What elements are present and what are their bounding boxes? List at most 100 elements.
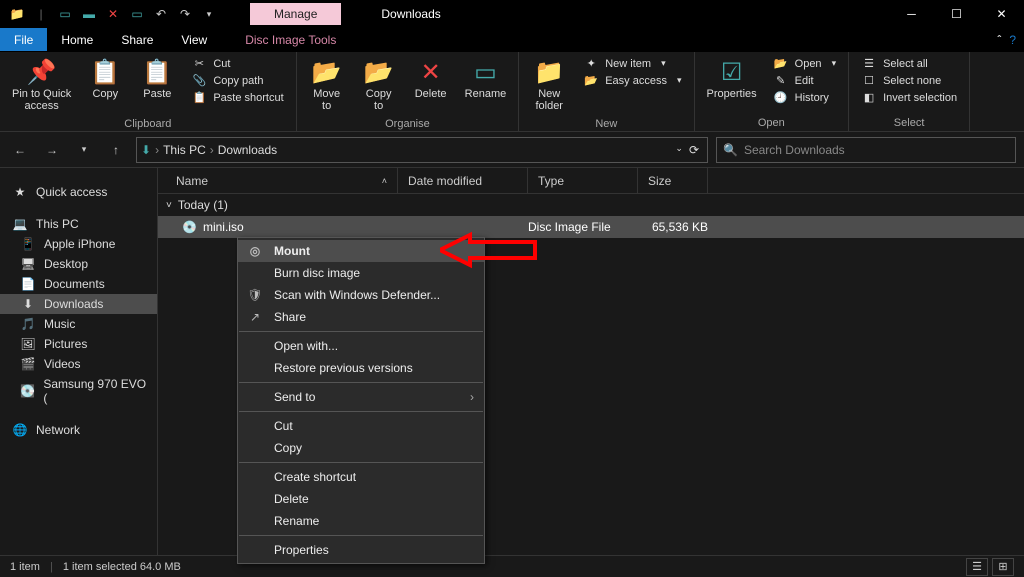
ctx-copy[interactable]: Copy: [238, 437, 484, 459]
new-item-button[interactable]: ✦New item▾: [577, 56, 687, 71]
pin-button[interactable]: 📌Pin to Quick access: [6, 54, 77, 116]
history-button[interactable]: 🕘History: [767, 90, 842, 105]
up-button[interactable]: ↑: [104, 138, 128, 162]
new-folder-button[interactable]: 📁New folder: [525, 54, 573, 116]
group-today[interactable]: ˅Today (1): [158, 194, 1024, 216]
ctx-shortcut[interactable]: Create shortcut: [238, 466, 484, 488]
ribbon-group-clipboard: 📌Pin to Quick access 📋Copy 📋Paste ✂Cut 📎…: [0, 52, 297, 131]
sidebar-this-pc[interactable]: 💻This PC: [0, 214, 157, 234]
ctx-scan[interactable]: 🛡Scan with Windows Defender...: [238, 284, 484, 306]
help-icon[interactable]: ?: [1009, 33, 1016, 47]
copy-path-button[interactable]: 📎Copy path: [185, 73, 289, 88]
delete-button[interactable]: ✕Delete: [407, 54, 455, 104]
search-box[interactable]: 🔍 Search Downloads: [716, 137, 1016, 163]
share-menu[interactable]: Share: [107, 28, 167, 51]
sidebar-item-drive[interactable]: 💽Samsung 970 EVO (: [0, 374, 157, 408]
close-button[interactable]: ✕: [979, 0, 1024, 28]
ctx-mount[interactable]: ◎Mount: [238, 240, 484, 262]
copy-to-button[interactable]: 📂Copy to: [355, 54, 403, 116]
edit-button[interactable]: ✎Edit: [767, 73, 842, 88]
view-large-button[interactable]: ⊞: [992, 558, 1014, 576]
invert-selection-button[interactable]: ◧Invert selection: [855, 90, 963, 105]
qat-divider: |: [30, 3, 52, 25]
open-button[interactable]: 📂Open▾: [767, 56, 842, 71]
properties-button[interactable]: ☑Properties: [701, 54, 763, 104]
refresh-icon[interactable]: ⟳: [689, 143, 699, 157]
minimize-button[interactable]: ─: [889, 0, 934, 28]
view-menu[interactable]: View: [167, 28, 221, 51]
documents-icon: 📄: [20, 277, 36, 291]
ctx-separator: [239, 331, 483, 332]
ctx-open-with[interactable]: Open with...: [238, 335, 484, 357]
col-type[interactable]: Type: [528, 168, 638, 193]
ctx-properties[interactable]: Properties: [238, 539, 484, 561]
col-size[interactable]: Size: [638, 168, 708, 193]
copy-button[interactable]: 📋Copy: [81, 54, 129, 104]
properties-icon[interactable]: ▭: [54, 3, 76, 25]
new-folder-icon: 📁: [534, 58, 564, 86]
disc-image-tools-tab[interactable]: Disc Image Tools: [231, 28, 350, 51]
pin-icon: 📌: [27, 58, 57, 86]
manage-tab[interactable]: Manage: [250, 3, 341, 25]
select-none-button[interactable]: ☐Select none: [855, 73, 963, 88]
status-selected: 1 item selected 64.0 MB: [63, 561, 181, 573]
sidebar-item-iphone[interactable]: 📱Apple iPhone: [0, 234, 157, 254]
breadcrumb-pc[interactable]: This PC: [163, 143, 206, 157]
easy-access-button[interactable]: 📂Easy access▾: [577, 73, 687, 88]
col-name[interactable]: Name˄: [166, 168, 398, 193]
sidebar-network[interactable]: 🌐Network: [0, 420, 157, 440]
ctx-send-to[interactable]: Send to›: [238, 386, 484, 408]
ctx-share[interactable]: ↗Share: [238, 306, 484, 328]
back-button[interactable]: ←: [8, 138, 32, 162]
sort-icon: ˄: [382, 176, 387, 186]
open-icon: 📂: [773, 57, 789, 70]
videos-icon: 🎬: [20, 357, 36, 371]
cut-button[interactable]: ✂Cut: [185, 56, 289, 71]
recent-dropdown[interactable]: ▾: [72, 138, 96, 162]
file-menu[interactable]: File: [0, 28, 47, 51]
delete-icon[interactable]: ✕: [102, 3, 124, 25]
undo-icon[interactable]: ↶: [150, 3, 172, 25]
sidebar-item-downloads[interactable]: ⬇Downloads: [0, 294, 157, 314]
chevron-right-icon: ›: [155, 143, 159, 157]
folder-icon[interactable]: 📁: [6, 3, 28, 25]
select-all-button[interactable]: ☰Select all: [855, 56, 963, 71]
ribbon-label-clipboard: Clipboard: [6, 116, 290, 132]
ctx-rename[interactable]: Rename: [238, 510, 484, 532]
rename-icon[interactable]: ▭: [126, 3, 148, 25]
ribbon-label-organise: Organise: [303, 116, 513, 132]
ctx-delete[interactable]: Delete: [238, 488, 484, 510]
delete-x-icon: ✕: [421, 58, 441, 86]
paste-shortcut-button[interactable]: 📋Paste shortcut: [185, 90, 289, 105]
forward-button[interactable]: →: [40, 138, 64, 162]
sidebar-item-music[interactable]: 🎵Music: [0, 314, 157, 334]
col-date[interactable]: Date modified: [398, 168, 528, 193]
sidebar-item-desktop[interactable]: 🖥Desktop: [0, 254, 157, 274]
sidebar-quick-access[interactable]: ★Quick access: [0, 182, 157, 202]
chevron-right-icon: ›: [210, 143, 214, 157]
ctx-restore[interactable]: Restore previous versions: [238, 357, 484, 379]
breadcrumb-folder[interactable]: Downloads: [218, 143, 277, 157]
move-to-button[interactable]: 📂Move to: [303, 54, 351, 116]
maximize-button[interactable]: ☐: [934, 0, 979, 28]
file-size-cell: 65,536 KB: [638, 220, 708, 234]
view-details-button[interactable]: ☰: [966, 558, 988, 576]
sidebar-item-pictures[interactable]: 🖼Pictures: [0, 334, 157, 354]
home-menu[interactable]: Home: [47, 28, 107, 51]
rename-button[interactable]: ▭Rename: [459, 54, 513, 104]
ctx-burn[interactable]: Burn disc image: [238, 262, 484, 284]
downloads-icon: ⬇: [141, 143, 151, 157]
ribbon-collapse-icon[interactable]: ˆ: [997, 33, 1001, 47]
ctx-separator: [239, 535, 483, 536]
ctx-cut[interactable]: Cut: [238, 415, 484, 437]
sidebar-item-documents[interactable]: 📄Documents: [0, 274, 157, 294]
file-row[interactable]: 💿mini.iso Disc Image File 65,536 KB: [158, 216, 1024, 238]
paste-button[interactable]: 📋Paste: [133, 54, 181, 104]
qat-dropdown-icon[interactable]: ▾: [198, 3, 220, 25]
redo-icon[interactable]: ↷: [174, 3, 196, 25]
new-folder-icon[interactable]: ▬: [78, 3, 100, 25]
titlebar: 📁 | ▭ ▬ ✕ ▭ ↶ ↷ ▾ Manage Downloads ─ ☐ ✕: [0, 0, 1024, 28]
addr-dropdown-icon[interactable]: ⌄: [675, 143, 683, 157]
address-bar[interactable]: ⬇ › This PC › Downloads ⌄ ⟳: [136, 137, 708, 163]
sidebar-item-videos[interactable]: 🎬Videos: [0, 354, 157, 374]
